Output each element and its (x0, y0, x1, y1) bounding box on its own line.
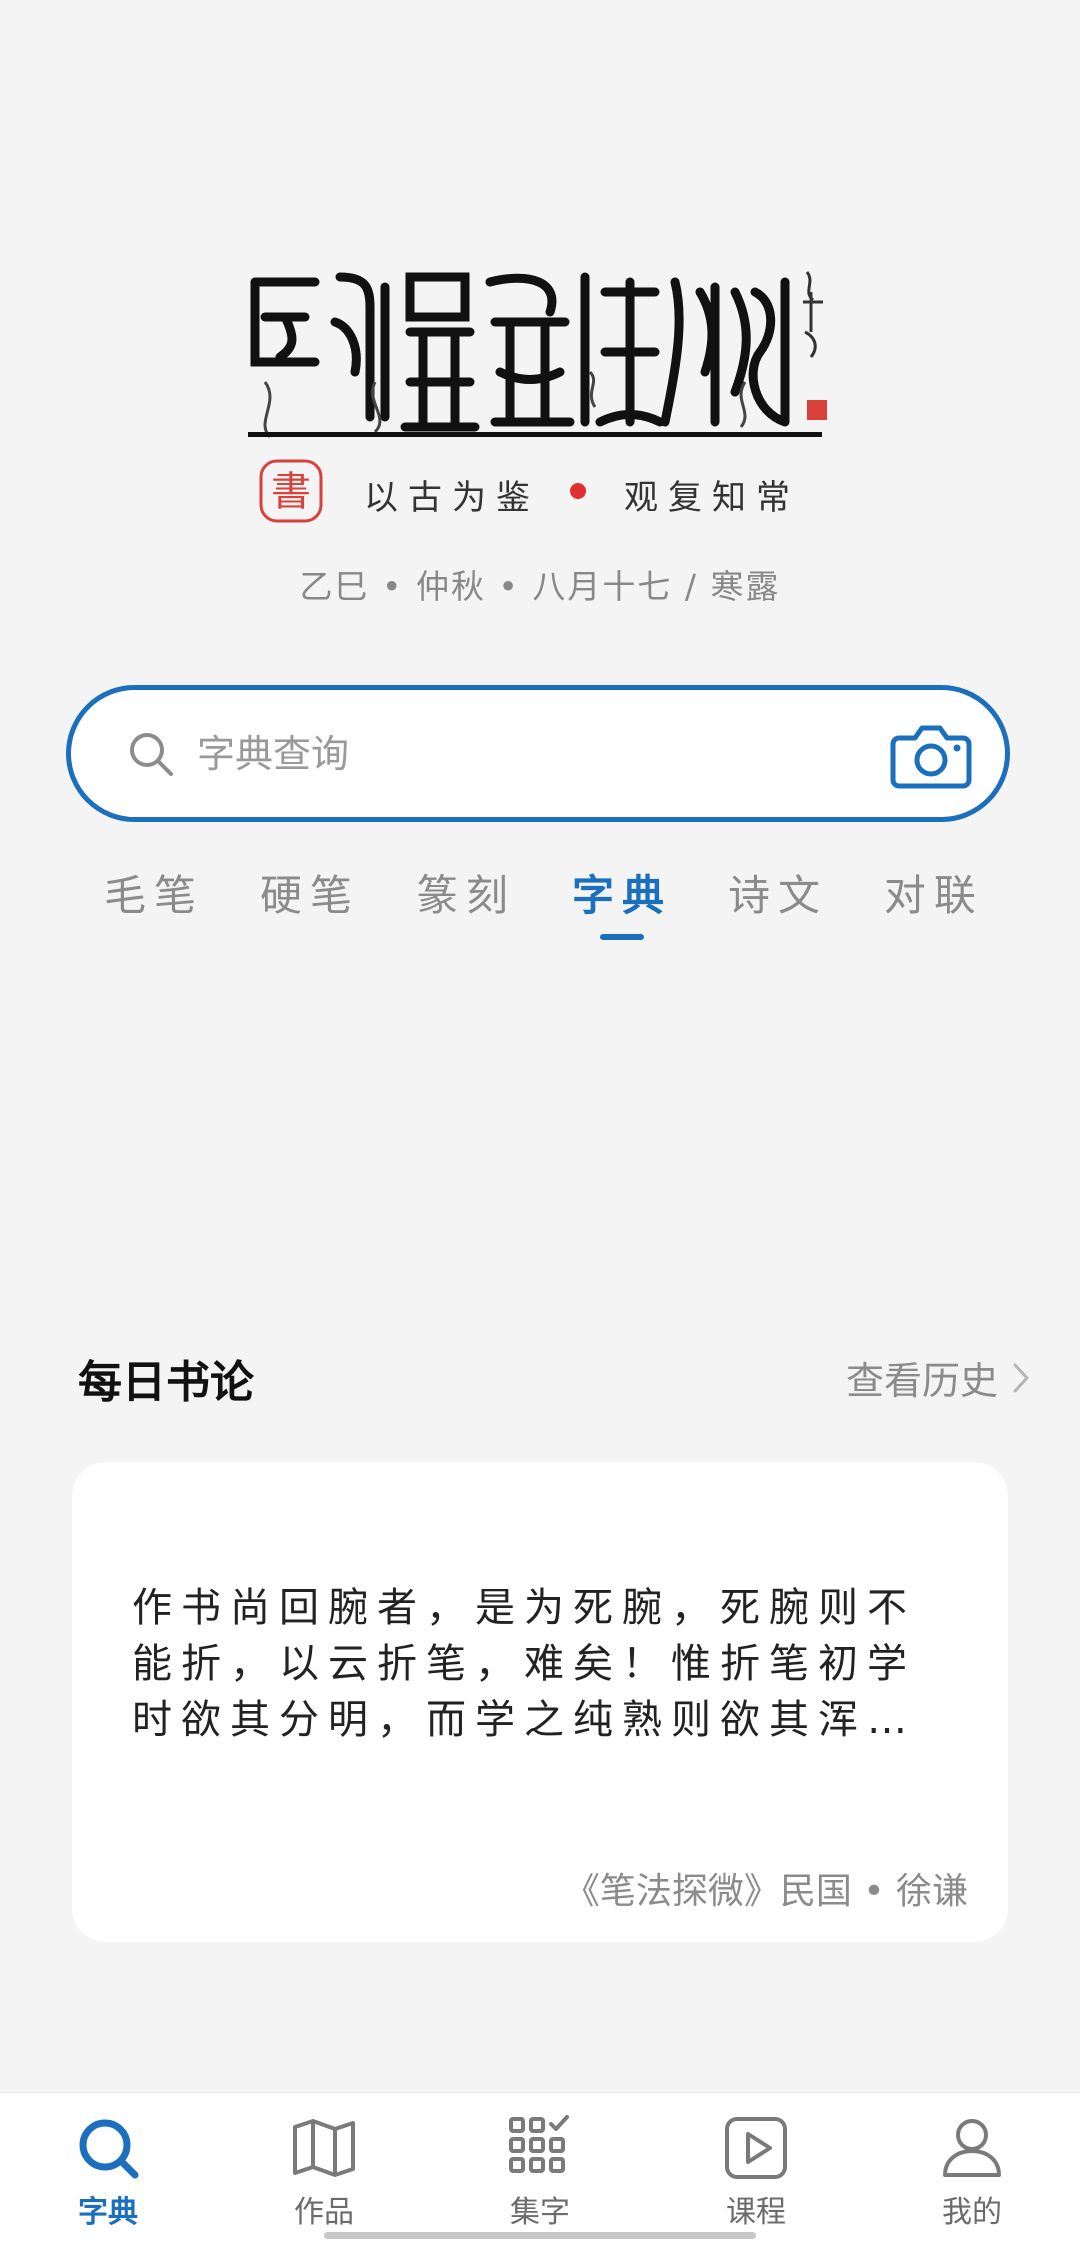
tab-hard-pen[interactable]: 硬笔 (260, 862, 360, 942)
search-bar[interactable] (66, 685, 1010, 822)
seal-icon: 書 (259, 459, 323, 523)
nav-collect-chars[interactable]: 集字 (460, 2113, 620, 2231)
svg-text:書: 書 (271, 469, 311, 515)
motto-right: 观复知常 (624, 478, 800, 518)
search-icon (130, 733, 173, 776)
home-indicator[interactable] (324, 2232, 756, 2239)
nav-label: 作品 (294, 2195, 354, 2230)
motto-separator-dot (570, 483, 586, 499)
view-history-link[interactable]: 查看历史 (846, 1350, 1030, 1405)
map-icon (293, 2119, 355, 2177)
bottom-nav: 字典 作品 集字 课程 我的 (0, 2092, 1080, 2246)
nav-courses[interactable]: 课程 (676, 2113, 836, 2231)
nav-label: 课程 (726, 2195, 786, 2230)
quote-text: 作书尚回腕者，是为死腕，死腕则不能折，以云折笔，难矣！惟折笔初学时欲其分明，而学… (132, 1585, 916, 1743)
section-title: 每日书论 (78, 1357, 254, 1408)
tab-brush[interactable]: 毛笔 (104, 862, 204, 942)
nav-label: 字典 (78, 2195, 138, 2230)
category-tabs: 毛笔 硬笔 篆刻 字典 诗文 对联 (104, 862, 984, 942)
quote-source: 《笔法探微》民国 • 徐谦 (563, 1871, 968, 1912)
grid-check-icon (509, 2115, 569, 2173)
search-icon (79, 2119, 139, 2179)
profile-icon (943, 2119, 1001, 2177)
play-icon (725, 2117, 787, 2179)
search-input[interactable] (195, 722, 799, 786)
lunar-date: 乙巳 • 仲秋 • 八月十七 / 寒露 (299, 567, 781, 606)
view-history-label: 查看历史 (845, 1359, 998, 1403)
tab-poetry[interactable]: 诗文 (728, 862, 828, 942)
chevron-right-icon (1013, 1363, 1029, 1392)
tab-dictionary[interactable]: 字典 (572, 862, 672, 942)
calligraphy-logo (250, 271, 827, 439)
nav-profile[interactable]: 我的 (892, 2113, 1052, 2231)
tab-couplets[interactable]: 对联 (884, 862, 984, 942)
quote-card[interactable]: 作书尚回腕者，是为死腕，死腕则不能折，以云折笔，难矣！惟折笔初学时欲其分明，而学… (72, 1462, 1008, 1942)
nav-label: 我的 (942, 2195, 1002, 2230)
nav-label: 集字 (510, 2195, 570, 2230)
nav-works[interactable]: 作品 (244, 2113, 404, 2231)
nav-dictionary[interactable]: 字典 (28, 2113, 188, 2231)
logo-underline (248, 432, 822, 437)
tab-seal-carving[interactable]: 篆刻 (416, 862, 516, 942)
camera-icon[interactable] (889, 722, 973, 790)
motto-left: 以古为鉴 (364, 478, 540, 518)
